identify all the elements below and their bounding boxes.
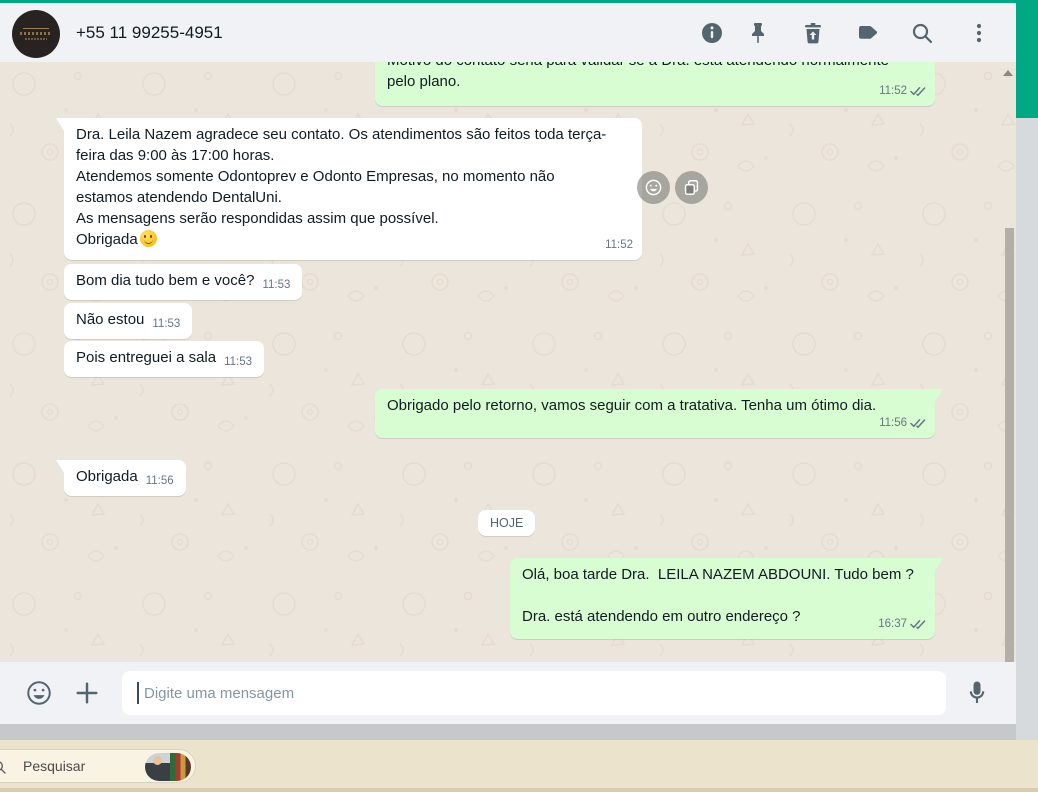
message-bubble-incoming: Não estou 11:53: [64, 303, 193, 339]
attach-plus-button[interactable]: [73, 679, 101, 707]
smiling-emoji-icon: [139, 230, 157, 247]
message-bubble-outgoing: Olá, boa tarde Dra. LEILA NAZEM ABDOUNI.…: [510, 558, 935, 639]
message-hover-actions: [637, 171, 708, 204]
chat-message-list: Motivo do contato seria para validar se …: [0, 62, 1016, 662]
page-background-teal: [1016, 0, 1038, 118]
message-text: Olá, boa tarde Dra. LEILA NAZEM ABDOUNI.…: [522, 566, 914, 625]
scroll-up-arrow[interactable]: [1003, 70, 1013, 76]
search-icon: [0, 761, 6, 774]
avatar-logo-art: [23, 28, 49, 29]
message-text: Pois entreguei a sala: [76, 349, 217, 366]
message-bubble-outgoing: Obrigado pelo retorno, vamos seguir com …: [375, 389, 935, 438]
windows-taskbar: Pesquisar T T ++ POR PTB2 16: [0, 740, 1038, 792]
message-bubble-incoming: Obrigada 11:56: [64, 460, 186, 496]
message-time: 11:52: [879, 85, 907, 97]
taskbar-bottom-strip: [0, 788, 1038, 792]
screen: +55 11 99255-4951 pelo plano. 11:52 Dra.…: [0, 0, 1038, 792]
pin-icon[interactable]: [746, 21, 770, 45]
text-caret: [137, 682, 139, 704]
react-emoji-button[interactable]: [637, 171, 670, 204]
avatar-logo-art: [20, 32, 52, 35]
chat-header: +55 11 99255-4951: [0, 3, 1016, 62]
message-bubble-outgoing: Motivo do contato seria para validar se …: [375, 62, 935, 106]
message-bubble-incoming: Bom dia tudo bem e você? 11:53: [64, 264, 303, 300]
message-text: Bom dia tudo bem e você?: [76, 272, 255, 289]
message-input[interactable]: [122, 671, 946, 715]
kebab-menu-icon[interactable]: [967, 21, 991, 45]
search-icon[interactable]: [910, 21, 934, 45]
double-check-icon: [910, 619, 926, 630]
search-highlight-image: [145, 753, 191, 781]
date-divider: HOJE: [478, 510, 536, 536]
emoji-picker-button[interactable]: [25, 679, 53, 707]
message-time: 11:53: [224, 356, 253, 368]
message-text: Não estou: [76, 311, 145, 328]
copy-button[interactable]: [675, 171, 708, 204]
delete-icon[interactable]: [801, 21, 825, 45]
message-bubble-incoming: Dra. Leila Nazem agradece seu contato. O…: [64, 118, 642, 260]
message-composer: [0, 662, 1016, 724]
page-background-gray: [1016, 118, 1038, 740]
microphone-button[interactable]: [963, 678, 991, 706]
message-time: 11:53: [152, 318, 181, 330]
message-text: Motivo do contato seria para validar se …: [387, 62, 889, 90]
window-bottom-edge: [0, 724, 1016, 740]
double-check-icon: [910, 418, 926, 429]
message-time: 11:52: [605, 239, 633, 251]
message-bubble-incoming: Pois entreguei a sala 11:53: [64, 341, 265, 377]
message-input-wrap: [122, 671, 946, 715]
message-text: Dra. Leila Nazem agradece seu contato. O…: [76, 126, 607, 248]
search-label: Pesquisar: [23, 758, 86, 774]
message-text: Obrigada: [76, 468, 138, 485]
double-check-icon: [910, 86, 926, 97]
contact-name[interactable]: +55 11 99255-4951: [76, 23, 223, 43]
message-time: 11:56: [145, 475, 174, 487]
message-text: Obrigado pelo retorno, vamos seguir com …: [387, 397, 877, 414]
contact-avatar[interactable]: [12, 10, 60, 58]
message-time: 11:56: [879, 417, 907, 429]
info-icon[interactable]: [700, 21, 724, 45]
avatar-logo-art: [25, 38, 47, 40]
taskbar-search[interactable]: Pesquisar: [0, 749, 196, 783]
scrollbar-thumb[interactable]: [1005, 228, 1014, 662]
label-icon[interactable]: [856, 21, 880, 45]
message-time: 16:37: [878, 618, 907, 630]
message-time: 11:53: [262, 279, 291, 291]
